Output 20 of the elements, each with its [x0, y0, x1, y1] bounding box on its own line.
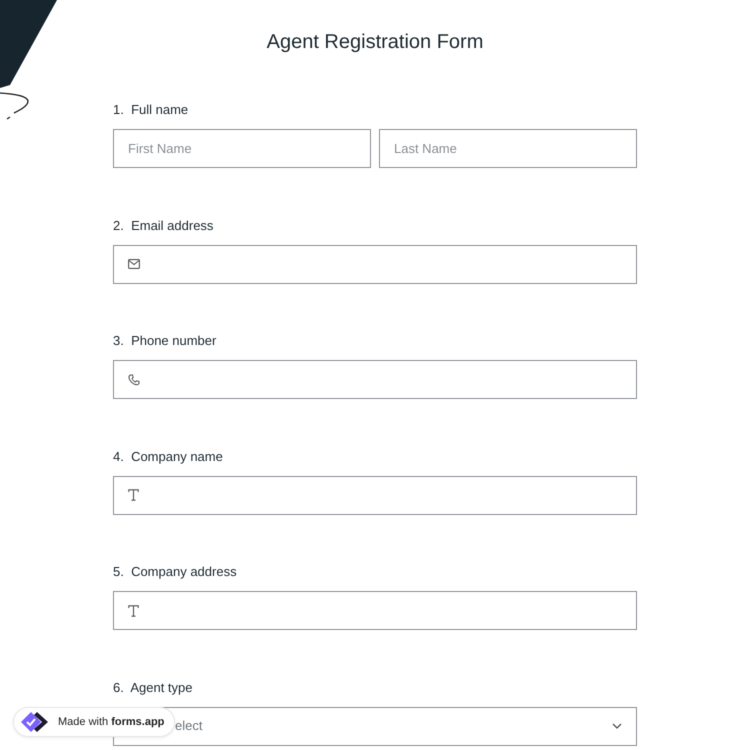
text-icon	[128, 489, 139, 501]
phone-icon	[128, 374, 140, 386]
question-label: 5. Company address	[113, 564, 238, 580]
logo-icon	[20, 711, 50, 733]
name-field[interactable]: Last Name	[379, 129, 637, 168]
email-icon	[128, 259, 140, 269]
question-label: 6. Agent type	[113, 680, 194, 696]
text-icon	[128, 604, 139, 616]
phone-field[interactable]	[113, 360, 637, 399]
email-field[interactable]	[113, 244, 637, 284]
question-label: 1. Full name	[113, 102, 190, 118]
chevron-down-icon	[612, 723, 622, 729]
form-title: Agent Registration Form	[266, 30, 484, 54]
question-label: 2. Email address	[113, 218, 214, 234]
text-field[interactable]	[113, 591, 637, 630]
text-field[interactable]	[113, 476, 637, 514]
made-with-badge[interactable]: Made with forms.app	[13, 707, 176, 737]
question-label: 4. Company name	[113, 448, 224, 464]
question-label: 3. Phone number	[113, 333, 218, 349]
name-field[interactable]: First Name	[113, 129, 371, 168]
